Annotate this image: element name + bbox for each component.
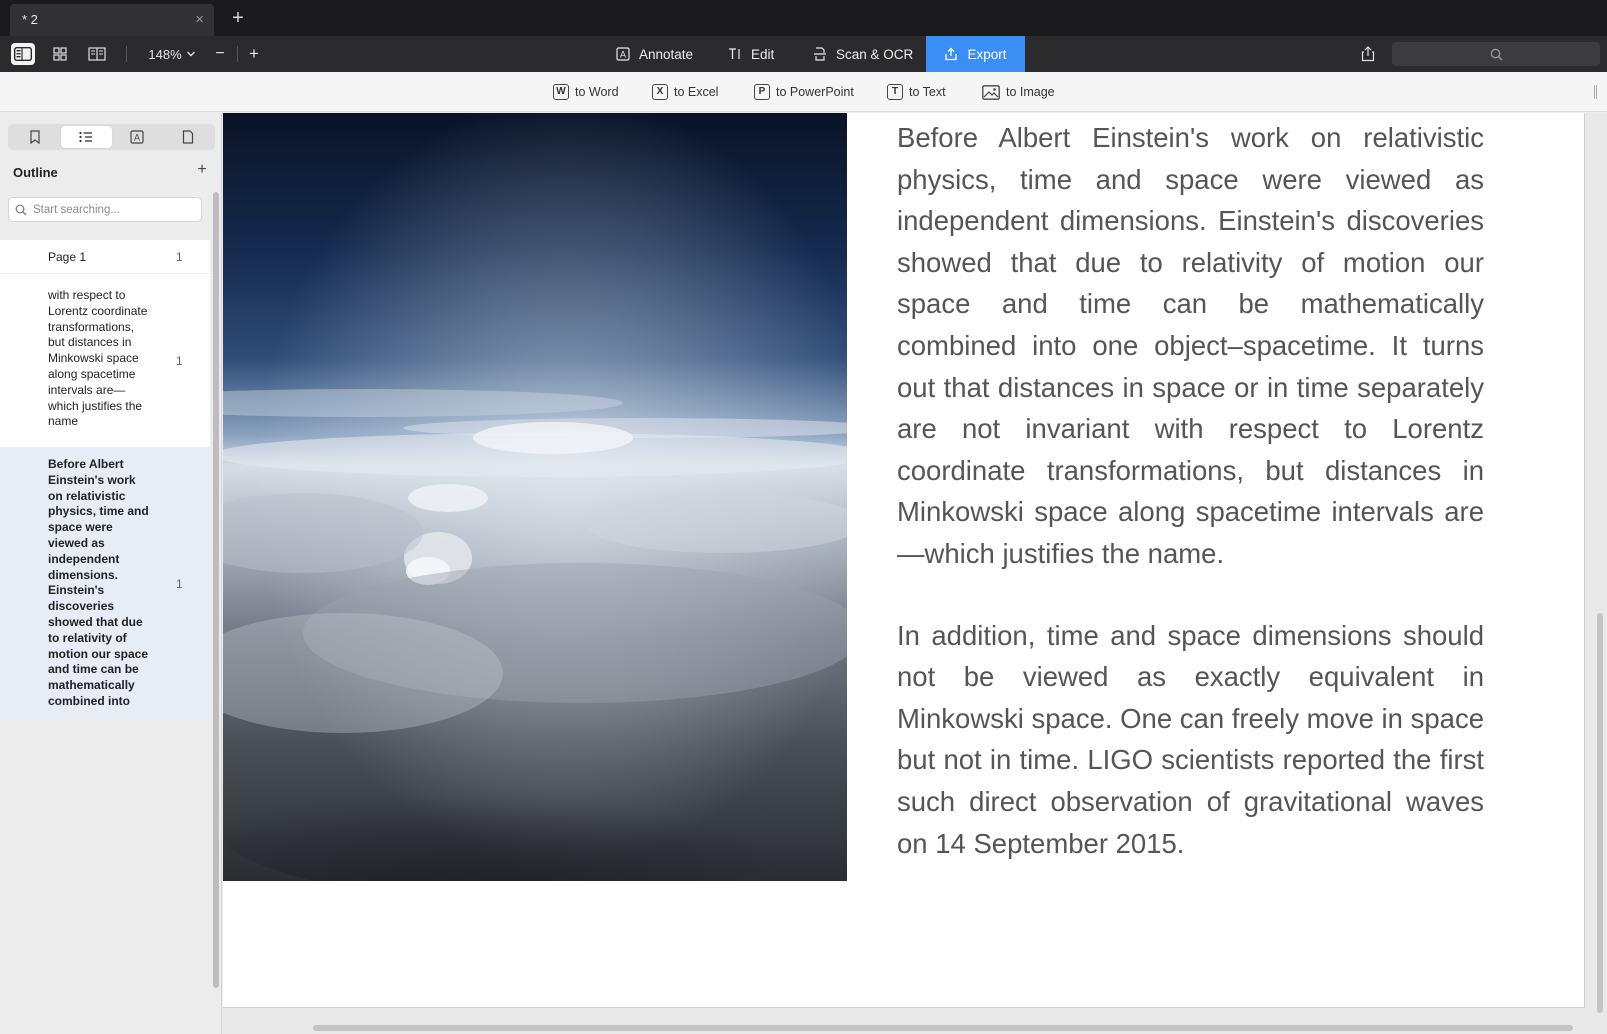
powerpoint-icon: P [754, 84, 770, 100]
annotation-icon: A [130, 130, 144, 144]
outline-item-page: 1 [176, 576, 183, 591]
outline-search-input[interactable] [33, 203, 193, 216]
annotate-label: Annotate [639, 46, 694, 62]
outline-item[interactable]: with respect to Lorentz coordinate trans… [0, 274, 210, 448]
toolbar-grip-handle[interactable] [1594, 85, 1597, 99]
svg-text:A: A [134, 133, 140, 143]
scan-ocr-mode-button[interactable]: Scan & OCR [799, 36, 927, 72]
paragraph[interactable]: In addition, time and space dimensions s… [897, 615, 1484, 865]
zoom-select[interactable]: 148% [146, 41, 198, 67]
left-sidebar: A Outline + Page 1 1 with respect to Lor… [0, 113, 222, 1034]
sidebar-scrollbar[interactable] [213, 192, 219, 988]
outline-item-label: Page 1 [48, 250, 87, 264]
text-icon: T [887, 84, 903, 100]
outline-item[interactable]: Page 1 1 [0, 240, 210, 274]
export-mode-button[interactable]: Export [926, 36, 1025, 72]
pdf-page: Before Albert Einstein's work on relativ… [223, 113, 1585, 1008]
scanner-icon [813, 47, 827, 61]
toolbar-divider [237, 46, 238, 62]
annotate-mode-button[interactable]: A Annotate [602, 36, 707, 72]
tab-outline[interactable] [60, 126, 112, 148]
paragraph[interactable]: Before Albert Einstein's work on relativ… [897, 117, 1484, 575]
sidebar-toggle-button[interactable] [11, 43, 35, 65]
tab-title: * 2 [22, 12, 38, 27]
toolbar-divider [126, 46, 127, 62]
export-to-text-label: to Text [909, 85, 946, 99]
sidebar-tab-switcher: A [8, 124, 215, 150]
word-icon: W [553, 84, 569, 100]
outline-item-label: Before Albert Einstein's work on relativ… [48, 457, 149, 708]
tab-pages[interactable] [162, 126, 213, 148]
outline-title: Outline [13, 165, 58, 180]
tab-annotations[interactable]: A [112, 126, 163, 148]
vertical-scrollbar[interactable] [1597, 613, 1603, 1013]
svg-text:A: A [620, 50, 626, 60]
edit-label: Edit [751, 46, 775, 62]
export-to-text-button[interactable]: T to Text [887, 72, 946, 112]
export-label: Export [967, 46, 1007, 62]
cloud-sky-photo[interactable] [223, 113, 847, 881]
scan-label: Scan & OCR [836, 46, 914, 62]
tab-close-icon[interactable]: × [195, 4, 204, 36]
export-icon [944, 47, 958, 61]
outline-list: Page 1 1 with respect to Lorentz coordin… [0, 240, 210, 720]
zoom-in-button[interactable]: + [244, 41, 264, 67]
export-to-powerpoint-label: to PowerPoint [776, 85, 854, 99]
two-page-icon [88, 47, 106, 61]
outline-search-field[interactable] [8, 197, 202, 222]
list-icon [79, 131, 93, 143]
bookmark-icon [30, 130, 40, 144]
excel-icon: X [652, 84, 668, 100]
outline-item-page: 1 [176, 353, 183, 368]
grid-icon [53, 47, 67, 61]
annotate-icon: A [616, 47, 630, 61]
tab-bookmarks[interactable] [10, 126, 61, 148]
zoom-out-button[interactable]: − [210, 41, 230, 67]
toolbar-search-field[interactable] [1392, 42, 1600, 66]
export-to-excel-label: to Excel [674, 85, 719, 99]
export-to-word-button[interactable]: W to Word [553, 72, 619, 112]
outline-item-page: 1 [176, 249, 183, 264]
tab-bar: * 2 × + [0, 0, 1607, 36]
document-body: Before Albert Einstein's work on relativ… [897, 113, 1484, 864]
two-page-view-button[interactable] [84, 41, 110, 67]
horizontal-scrollbar[interactable] [313, 1025, 1573, 1031]
text-cursor-icon [728, 47, 742, 61]
zoom-level: 148% [148, 46, 182, 62]
export-to-word-label: to Word [575, 85, 619, 99]
export-to-image-button[interactable]: to Image [982, 72, 1055, 112]
search-icon [15, 204, 27, 215]
export-to-image-label: to Image [1006, 85, 1055, 99]
document-viewport: Before Albert Einstein's work on relativ… [223, 113, 1607, 1034]
outline-item-label: with respect to Lorentz coordinate trans… [48, 288, 148, 429]
page-icon [182, 130, 193, 144]
new-tab-button[interactable]: + [226, 5, 250, 31]
search-icon [1490, 48, 1502, 60]
main-toolbar: 148% − + A Annotate Edit Scan & OCR Expo… [0, 36, 1607, 72]
edit-mode-button[interactable]: Edit [714, 36, 788, 72]
image-icon [982, 84, 1000, 100]
export-to-powerpoint-button[interactable]: P to PowerPoint [754, 72, 854, 112]
share-icon [1361, 46, 1375, 62]
document-tab[interactable]: * 2 × [10, 4, 214, 36]
sidebar-icon [14, 47, 32, 61]
export-to-excel-button[interactable]: X to Excel [652, 72, 718, 112]
chevron-down-icon [186, 51, 195, 57]
outline-item-selected[interactable]: Before Albert Einstein's work on relativ… [0, 448, 210, 720]
share-button[interactable] [1356, 42, 1380, 66]
export-toolbar: W to Word X to Excel P to PowerPoint T t… [0, 72, 1607, 112]
thumbnail-view-button[interactable] [48, 41, 72, 67]
add-outline-button[interactable]: + [193, 161, 211, 179]
